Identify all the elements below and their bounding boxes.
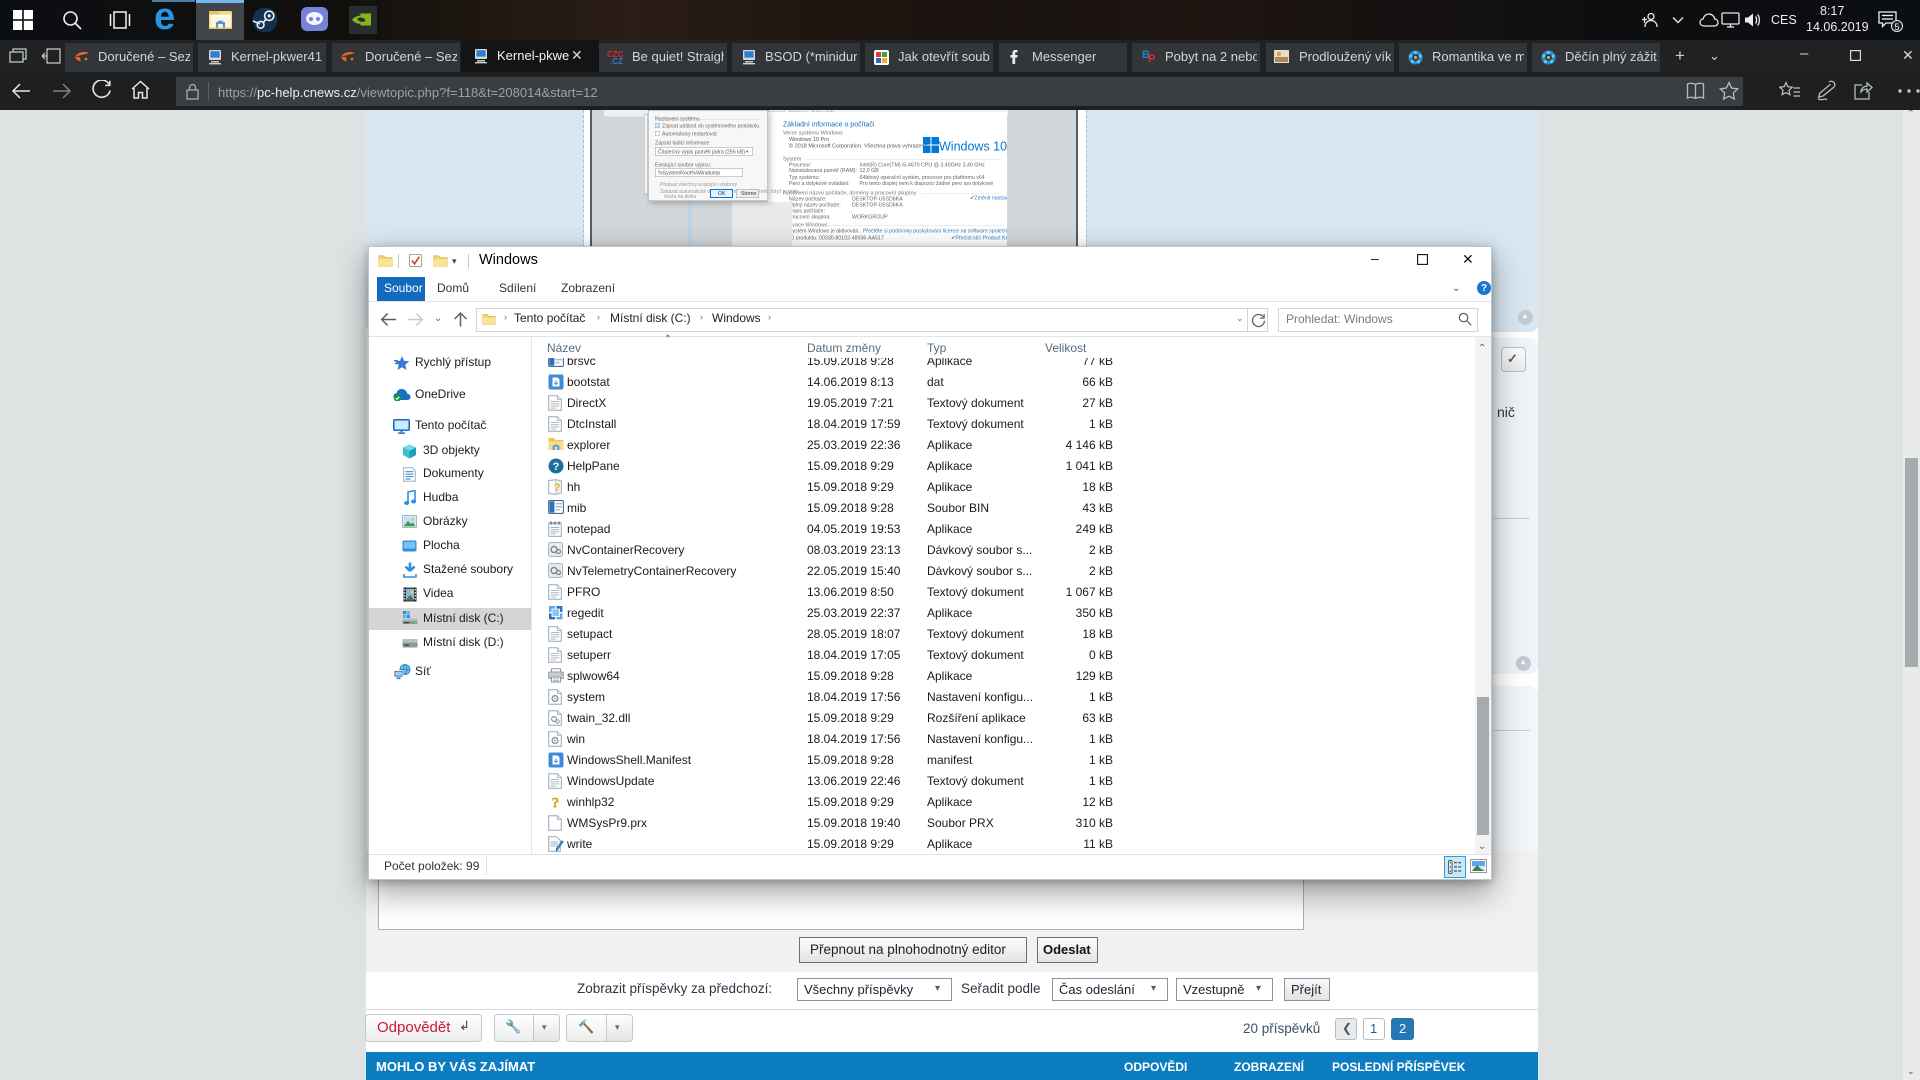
svg-text:?: ? <box>554 482 561 494</box>
svg-text:?: ? <box>552 796 560 811</box>
svg-text:?: ? <box>553 461 560 473</box>
